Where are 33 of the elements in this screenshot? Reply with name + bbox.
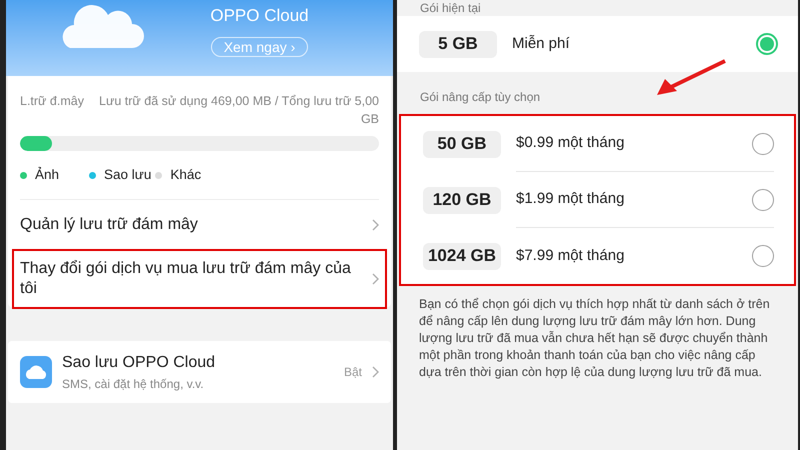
legend-label: Sao lưu xyxy=(104,166,152,184)
plan-price: $0.99 một tháng xyxy=(516,133,626,154)
size-badge: 1024 GB xyxy=(423,242,501,270)
backup-status: Bật xyxy=(344,364,362,382)
plan-price: Miễn phí xyxy=(512,34,571,54)
size-badge: 50 GB xyxy=(423,130,501,158)
app-title: OPPO Cloud xyxy=(210,5,309,27)
size-badge: 5 GB xyxy=(419,30,497,58)
chevron-icon xyxy=(372,273,379,286)
radio-button[interactable] xyxy=(752,245,774,267)
section-header: Gói nâng cấp tùy chọn xyxy=(419,89,542,106)
section-header: Gói hiện tại xyxy=(419,1,482,15)
plan-price: $7.99 một tháng xyxy=(516,246,626,266)
storage-label: L.trữ đ.mây xyxy=(20,93,84,110)
cloud-app-icon xyxy=(20,356,52,388)
backup-subtitle: SMS, cài đặt hệ thống, v.v. xyxy=(62,376,205,394)
radio-button[interactable] xyxy=(752,188,774,210)
chevron-icon xyxy=(372,219,379,232)
storage-usage: Lưu trữ đã sử dụng 469,00 MB / Tổng lưu trữ 5,00 GB xyxy=(98,93,379,128)
legend-label: Khác xyxy=(170,166,202,184)
menu-item-label: Thay đổi gói dịch vụ mua lưu trữ đám mây của tôi xyxy=(20,259,352,300)
menu-item[interactable]: Thay đổi gói dịch vụ mua lưu trữ đám mây của tôi xyxy=(14,251,385,308)
radio-button[interactable] xyxy=(756,33,778,55)
plan-price: $1.99 một tháng xyxy=(516,189,626,210)
radio-button[interactable] xyxy=(752,132,774,154)
legend-label: Ảnh xyxy=(35,166,60,184)
chevron-icon xyxy=(372,366,379,378)
menu-item-label: Quản lý lưu trữ đám mây xyxy=(20,215,199,236)
menu-item[interactable]: Quản lý lưu trữ đám mây xyxy=(14,200,385,250)
size-badge: 120 GB xyxy=(423,186,501,214)
arrow-icon xyxy=(655,58,727,98)
info-text: Bạn có thể chọn gói dịch vụ thích hợp nhất từ danh sách ở trên để nâng cấp lên dung lượng lưu trữ đám mây lớn hơn. Dung lượng lưu trữ đã mua vẫn chưa hết hạn sẽ được chuyển thành một phần trong khoản thanh toán của bạn cho việc nâng cấp dựa trên thời gian còn hợp lệ của dung lượng lưu trữ đã mua. xyxy=(418,296,771,381)
backup-title: Sao lưu OPPO Cloud xyxy=(62,353,216,374)
